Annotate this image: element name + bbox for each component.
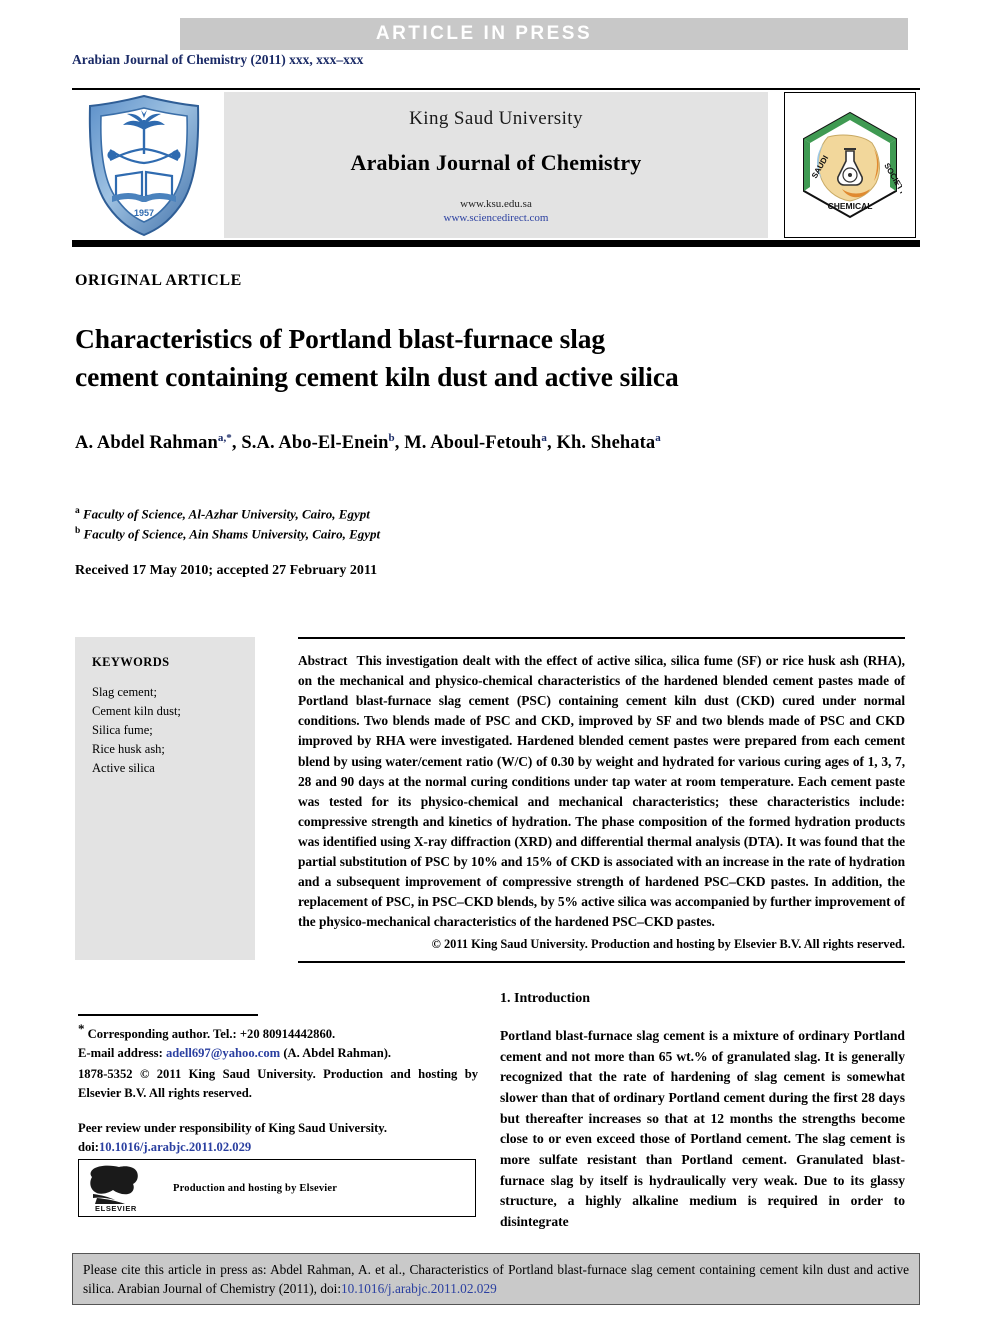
svg-text:1957: 1957 — [134, 208, 154, 218]
corresponding-author-note: * Corresponding author. Tel.: +20 809144… — [78, 1019, 478, 1063]
author-name: Kh. Shehata — [556, 433, 656, 454]
email-label: E-mail address: — [78, 1046, 163, 1061]
citation-banner: Please cite this article in press as: Ab… — [72, 1253, 920, 1305]
affiliation-item: b Faculty of Science, Ain Shams Universi… — [75, 524, 380, 544]
journal-masthead: 1957 King Saud University Arabian Journa… — [72, 90, 920, 238]
footnote-separator-rule — [78, 1014, 258, 1016]
author-item[interactable]: M. Aboul-Fetouha — [404, 432, 548, 454]
citation-text-wrapper: Please cite this article in press as: Ab… — [83, 1260, 909, 1299]
article-in-press-banner: ARTICLE IN PRESS — [180, 18, 908, 50]
saudi-chemical-society-logo-box: CHEMICAL SAUDI SOCIETY — [784, 92, 916, 238]
king-saud-university-shield-logo: 1957 — [88, 94, 200, 237]
doi-label: doi: — [78, 1139, 99, 1154]
sciencedirect-url[interactable]: www.sciencedirect.com — [224, 212, 768, 226]
keyword-item: Rice husk ash; — [92, 742, 165, 756]
email-owner: (A. Abdel Rahman). — [283, 1046, 392, 1061]
journal-title: Arabian Journal of Chemistry — [350, 150, 642, 175]
affiliation-mark: a — [75, 506, 80, 516]
author-affiliation-mark: b — [388, 432, 395, 444]
affiliation-text: Faculty of Science, Al-Azhar University,… — [83, 506, 370, 522]
paper-page: ARTICLE IN PRESS Arabian Journal of Chem… — [0, 0, 992, 1323]
keyword-item: Cement kiln dust; — [92, 704, 181, 718]
masthead-center-panel: King Saud University Arabian Journal of … — [224, 92, 768, 238]
article-in-press-label: ARTICLE IN PRESS — [375, 23, 593, 44]
author-name: S.A. Abo-El-Enein — [241, 433, 389, 454]
abstract-label: Abstract — [298, 653, 348, 668]
author-affiliation-mark: a — [655, 432, 661, 444]
elsevier-hosting-box: ELSEVIER Production and hosting by Elsev… — [78, 1159, 476, 1217]
journal-reference-line: Arabian Journal of Chemistry (2011) xxx,… — [72, 52, 363, 68]
abstract-bottom-rule — [298, 960, 905, 963]
abstract-section: Abstract This investigation dealt with th… — [298, 637, 905, 963]
author-affiliation-mark: a,* — [217, 432, 232, 444]
keywords-heading: KEYWORDS — [92, 655, 170, 669]
svg-text:ELSEVIER: ELSEVIER — [95, 1204, 137, 1212]
peer-review-text: Peer review under responsibility of King… — [78, 1121, 388, 1135]
keywords-panel: KEYWORDS Slag cement; Cement kiln dust; … — [75, 637, 255, 960]
masthead-urls: www.ksu.edu.sa www.sciencedirect.com — [224, 198, 768, 226]
title-line-1: Characteristics of Portland blast-furnac… — [75, 323, 606, 354]
masthead-bottom-rule — [72, 240, 920, 247]
abstract-copyright: © 2011 King Saud University. Production … — [431, 936, 905, 951]
citation-doi-link[interactable]: 10.1016/j.arabjc.2011.02.029 — [341, 1281, 497, 1296]
issn-copyright-line: 1878-5352 © 2011 King Saud University. P… — [78, 1067, 478, 1100]
elsevier-tree-logo: ELSEVIER — [90, 1165, 138, 1212]
journal-pages: xxx, xxx–xxx — [289, 52, 364, 67]
email-link[interactable]: adell697@yahoo.com — [166, 1046, 280, 1060]
title-line-2: cement containing cement kiln dust and a… — [75, 360, 679, 392]
article-history: Received 17 May 2010; accepted 27 Februa… — [75, 563, 378, 578]
affiliation-list: a Faculty of Science, Al-Azhar Universit… — [75, 504, 380, 545]
author-name: M. Aboul-Fetouh — [404, 433, 542, 454]
author-item[interactable]: Kh. Shehataa — [556, 432, 661, 454]
affiliation-text: Faculty of Science, Ain Shams University… — [83, 526, 381, 542]
svg-text:CHEMICAL: CHEMICAL — [828, 201, 873, 211]
author-affiliation-mark: a — [541, 432, 548, 444]
keyword-item: Slag cement; — [92, 685, 157, 699]
keyword-item: Active silica — [92, 761, 155, 775]
author-list: A. Abdel Rahmana,*, S.A. Abo-El-Eneinb, … — [75, 432, 661, 454]
author-item[interactable]: A. Abdel Rahmana,* — [75, 432, 232, 454]
doi-link[interactable]: 10.1016/j.arabjc.2011.02.029 — [99, 1140, 251, 1154]
abstract-text: This investigation dealt with the effect… — [298, 653, 905, 930]
article-type-label: ORIGINAL ARTICLE — [75, 272, 242, 289]
asterisk-icon: * — [78, 1021, 85, 1036]
keyword-item: Silica fume; — [92, 723, 153, 737]
abstract-body: Abstract This investigation dealt with th… — [298, 651, 905, 933]
elsevier-caption: Production and hosting by Elsevier — [173, 1182, 338, 1194]
author-name: A. Abdel Rahman — [75, 433, 218, 454]
page-title: Characteristics of Portland blast-furnac… — [75, 320, 875, 396]
affiliation-item: a Faculty of Science, Al-Azhar Universit… — [75, 504, 380, 524]
affiliation-mark: b — [75, 526, 81, 537]
section-heading-introduction: 1. Introduction — [500, 991, 590, 1006]
author-item[interactable]: S.A. Abo-El-Eneinb — [241, 432, 395, 454]
saudi-chemical-society-hexagon-logo: CHEMICAL SAUDI SOCIETY — [803, 111, 902, 219]
corresponding-author-text: Corresponding author. Tel.: +20 80914442… — [87, 1027, 336, 1042]
publisher-name: King Saud University — [409, 108, 583, 129]
introduction-text: Portland blast-furnace slag cement is a … — [500, 1028, 905, 1229]
peer-review-note: Peer review under responsibility of King… — [78, 1119, 478, 1157]
abstract-top-rule — [298, 637, 905, 639]
ksu-url[interactable]: www.ksu.edu.sa — [224, 198, 768, 212]
journal-name-year: Arabian Journal of Chemistry (2011) — [72, 52, 286, 67]
